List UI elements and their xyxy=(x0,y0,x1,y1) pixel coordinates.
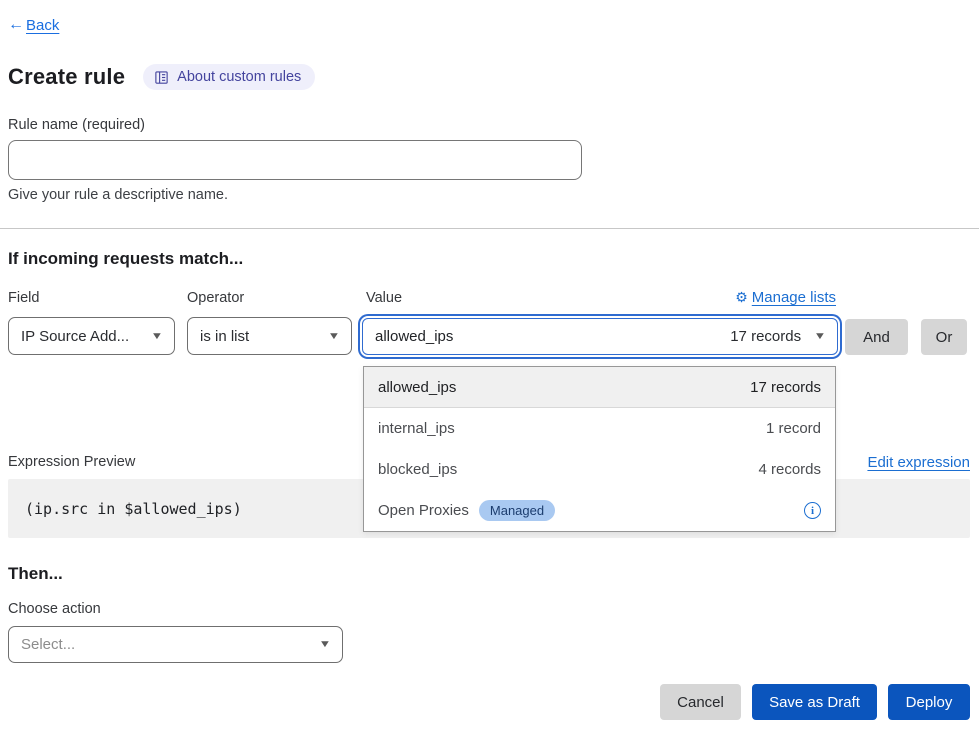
list-name: blocked_ips xyxy=(378,461,457,478)
chevron-down-icon: ▼ xyxy=(151,331,164,342)
chevron-down-icon: ▼ xyxy=(319,639,332,650)
expression-preview-label: Expression Preview xyxy=(8,454,135,470)
action-select-placeholder: Select... xyxy=(21,636,75,653)
chevron-down-icon: ▼ xyxy=(328,331,341,342)
dropdown-item-blocked-ips[interactable]: blocked_ips 4 records xyxy=(364,449,835,490)
book-icon xyxy=(154,70,169,85)
about-custom-rules-link[interactable]: About custom rules xyxy=(143,64,315,90)
back-link[interactable]: ← Back xyxy=(8,16,59,34)
list-record-count: 17 records xyxy=(750,379,821,396)
list-record-count: 1 record xyxy=(766,420,821,437)
value-select-value: allowed_ips xyxy=(375,328,453,345)
about-badge-label: About custom rules xyxy=(177,69,301,85)
list-name: allowed_ips xyxy=(378,379,456,396)
edit-expression-link[interactable]: Edit expression xyxy=(867,454,970,471)
title-row: Create rule About custom rules xyxy=(8,64,315,90)
dropdown-item-internal-ips[interactable]: internal_ips 1 record xyxy=(364,408,835,449)
field-select-value: IP Source Add... xyxy=(21,328,129,345)
rule-name-helper-text: Give your rule a descriptive name. xyxy=(8,187,228,203)
create-rule-page: ← Back Create rule About custom rules Ru… xyxy=(0,0,979,739)
operator-label: Operator xyxy=(187,290,244,306)
choose-action-label: Choose action xyxy=(8,601,101,617)
gear-icon: ⚙ xyxy=(735,289,748,306)
managed-badge: Managed xyxy=(479,500,555,521)
operator-select-value: is in list xyxy=(200,328,249,345)
save-as-draft-button[interactable]: Save as Draft xyxy=(752,684,877,720)
then-section-heading: Then... xyxy=(8,564,63,584)
dropdown-item-open-proxies[interactable]: Open Proxies Managed i xyxy=(364,490,835,531)
list-record-count: 4 records xyxy=(758,461,821,478)
back-arrow-icon: ← xyxy=(8,16,24,34)
field-label: Field xyxy=(8,290,39,306)
rule-name-label: Rule name (required) xyxy=(8,117,145,133)
value-select[interactable]: allowed_ips 17 records ▼ xyxy=(362,318,838,355)
manage-lists-link[interactable]: ⚙ Manage lists xyxy=(730,289,836,306)
value-select-records: 17 records xyxy=(730,328,801,345)
field-select[interactable]: IP Source Add... ▼ xyxy=(8,317,175,355)
list-name: Open Proxies xyxy=(378,502,469,519)
dropdown-item-allowed-ips[interactable]: allowed_ips 17 records xyxy=(364,367,835,408)
action-select[interactable]: Select... ▼ xyxy=(8,626,343,663)
operator-select[interactable]: is in list ▼ xyxy=(187,317,352,355)
deploy-button[interactable]: Deploy xyxy=(888,684,970,720)
cancel-button[interactable]: Cancel xyxy=(660,684,741,720)
value-label: Value xyxy=(366,290,402,306)
section-divider xyxy=(0,228,979,229)
value-dropdown-menu: allowed_ips 17 records internal_ips 1 re… xyxy=(363,366,836,532)
list-name: internal_ips xyxy=(378,420,455,437)
back-link-label: Back xyxy=(26,17,59,34)
rule-name-input[interactable] xyxy=(8,140,582,180)
info-icon[interactable]: i xyxy=(804,502,821,519)
expression-code: (ip.src in $allowed_ips) xyxy=(25,500,242,518)
chevron-down-icon: ▼ xyxy=(814,331,827,342)
or-button[interactable]: Or xyxy=(921,319,967,355)
page-title: Create rule xyxy=(8,64,125,90)
and-button[interactable]: And xyxy=(845,319,908,355)
manage-lists-label: Manage lists xyxy=(752,289,836,306)
match-section-heading: If incoming requests match... xyxy=(8,249,243,269)
